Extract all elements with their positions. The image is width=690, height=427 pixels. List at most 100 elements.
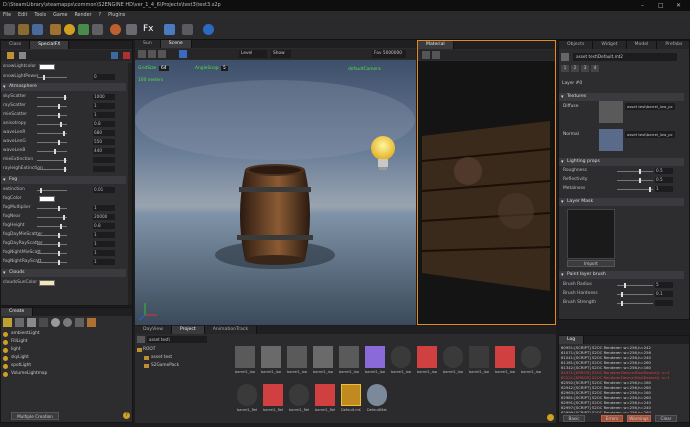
property-slider[interactable] (37, 159, 67, 161)
rotate-preview-icon[interactable] (422, 51, 430, 59)
property-value[interactable]: 1 (93, 259, 115, 265)
tree-item[interactable]: asset test (137, 354, 217, 362)
asset-item[interactable]: barrel1_low_pc (391, 346, 411, 380)
slider-knob[interactable] (58, 250, 60, 256)
project-help-icon[interactable] (547, 414, 554, 421)
section-clouds[interactable]: Clouds (1, 269, 126, 277)
diffuse-thumbnail[interactable] (599, 101, 623, 123)
property-value[interactable]: 20000 (93, 214, 115, 220)
layer-1-button[interactable]: 1 (561, 65, 569, 72)
help-icon[interactable]: ? (123, 412, 130, 419)
particle-category-icon[interactable] (63, 318, 72, 327)
property-slider[interactable] (37, 252, 67, 254)
tab-dayview[interactable]: DayView (135, 326, 172, 334)
rotate-tool-icon[interactable] (148, 50, 156, 58)
basic-dropdown[interactable]: Basic (563, 415, 585, 422)
slider-knob[interactable] (62, 130, 65, 136)
property-slider[interactable] (37, 76, 67, 78)
slider-knob[interactable] (64, 157, 66, 163)
scene-view[interactable] (135, 60, 416, 325)
property-value[interactable]: 1 (93, 232, 115, 238)
light-icon[interactable] (64, 24, 75, 35)
property-slider[interactable] (37, 225, 67, 227)
section-atmosphere[interactable]: Atmosphere (1, 83, 126, 91)
property-value[interactable]: 680 (93, 130, 115, 136)
asset-item[interactable]: barrel1_low_pc (443, 346, 463, 380)
asset-item[interactable]: barrel1_low_pc (469, 346, 489, 380)
create-item[interactable]: skyLight (3, 354, 103, 362)
layer-mask-preview[interactable] (567, 209, 615, 259)
tree-item[interactable]: ROOT (137, 346, 217, 354)
terrain-category-icon[interactable] (39, 318, 48, 327)
slider-knob[interactable] (58, 241, 60, 247)
light-category-icon[interactable] (3, 318, 12, 327)
layer-3-button[interactable]: 3 (581, 65, 589, 72)
normal-file[interactable]: asset test\barrel_low_pc (625, 131, 675, 138)
property-value[interactable]: 1 (655, 186, 673, 192)
property-slider[interactable] (37, 114, 67, 116)
menu-item-render[interactable]: Render (74, 11, 91, 20)
asset-item[interactable]: barrel1_Retopo (237, 384, 257, 418)
asset-item[interactable]: barrel1_low_pc (313, 346, 333, 380)
create-item[interactable]: ambientLight (3, 330, 103, 338)
sphere-category-icon[interactable] (51, 318, 60, 327)
slider-knob[interactable] (58, 205, 60, 211)
create-item[interactable]: spotLight (3, 362, 103, 370)
gridsize-field[interactable]: 64 (159, 66, 169, 71)
property-slider[interactable] (617, 179, 653, 181)
layer-mask-section[interactable]: Layer Mask (559, 198, 684, 206)
menu-item-file[interactable]: File (3, 11, 11, 20)
asset-item[interactable]: barrel1_low_pc (287, 346, 307, 380)
minimize-button[interactable]: – (641, 0, 644, 11)
color-swatch[interactable] (39, 64, 55, 70)
new-icon[interactable] (4, 24, 15, 35)
open-icon[interactable] (18, 24, 29, 35)
box-category-icon[interactable] (15, 318, 24, 327)
property-value[interactable]: 1000 (93, 94, 115, 100)
property-slider[interactable] (617, 284, 653, 286)
camera-icon[interactable] (92, 24, 103, 35)
multiple-creation-button[interactable]: Multiple Creation (11, 412, 59, 420)
tab-specialfx[interactable]: SpecialFX (30, 41, 70, 49)
slider-knob[interactable] (58, 139, 60, 145)
layer-2-button[interactable]: 2 (571, 65, 579, 72)
layer-4-button[interactable]: 4 (591, 65, 599, 72)
select-tool-icon[interactable] (179, 50, 187, 58)
refresh-icon[interactable] (111, 52, 118, 59)
property-value[interactable]: 0.01 (93, 187, 115, 193)
asset-item[interactable]: barrel1_Retopo (315, 384, 335, 418)
show-dropdown[interactable]: Show (271, 50, 291, 58)
maximize-button[interactable]: □ (658, 0, 664, 11)
tab-objects[interactable]: Objects (559, 41, 594, 49)
project-home-icon[interactable] (137, 336, 145, 343)
menu-item-game[interactable]: Game (53, 11, 67, 20)
tab-project[interactable]: Project (171, 326, 205, 334)
property-slider[interactable] (37, 243, 67, 245)
property-slider[interactable] (37, 261, 67, 263)
slider-knob[interactable] (58, 112, 60, 118)
slider-knob[interactable] (64, 166, 66, 172)
tab-prefabs[interactable]: Prefabs (657, 41, 689, 49)
asset-item[interactable]: barrel1_low_pc (339, 346, 359, 380)
property-value[interactable]: 5 (655, 282, 673, 288)
play-icon[interactable] (203, 24, 214, 35)
normal-thumbnail[interactable] (599, 129, 623, 151)
slider-knob[interactable] (638, 177, 641, 183)
menu-item-plugins[interactable]: Plugins (108, 11, 125, 20)
property-value[interactable]: 1 (93, 112, 115, 118)
property-value[interactable]: 0.8 (93, 121, 115, 127)
textures-section[interactable]: Textures (559, 93, 684, 101)
sphere-icon[interactable] (110, 24, 121, 35)
undo-icon[interactable] (164, 24, 175, 35)
slider-knob[interactable] (638, 168, 641, 174)
errors-filter-button[interactable]: Errors (601, 415, 623, 422)
property-value[interactable]: 1 (93, 241, 115, 247)
slider-knob[interactable] (58, 259, 60, 265)
diffuse-file[interactable]: asset test\barrel_low_pc (625, 103, 675, 110)
zoom-preview-icon[interactable] (432, 51, 440, 59)
tab-model[interactable]: Model (626, 41, 658, 49)
section-fog[interactable]: Fog (1, 176, 126, 184)
terrain-icon[interactable] (78, 24, 89, 35)
property-slider[interactable] (37, 96, 67, 98)
move-tool-icon[interactable] (138, 50, 146, 58)
